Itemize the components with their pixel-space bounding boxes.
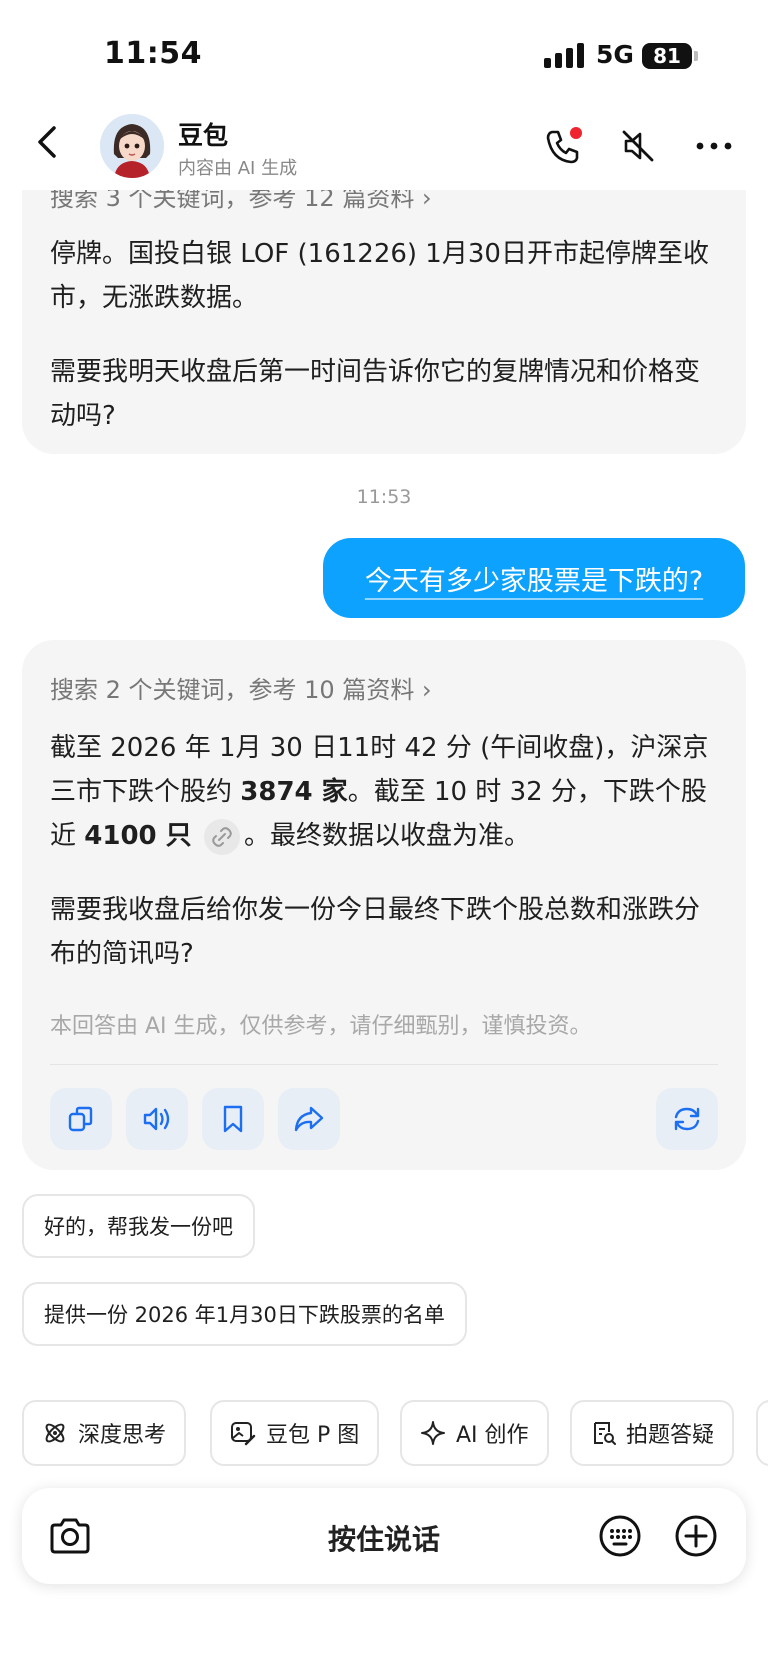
- prev-answer-paragraph-2: 需要我明天收盘后第一时间告诉你它的复牌情况和价格变动吗?: [50, 357, 701, 431]
- sparkle-icon: [421, 1421, 445, 1445]
- ai-disclaimer: 本回答由 AI 生成，仅供参考，请仔细甄别，谨慎投资。: [50, 1014, 592, 1039]
- read-aloud-button[interactable]: [126, 1088, 188, 1150]
- message-timestamp: 11:53: [356, 486, 412, 508]
- chip-ai-create[interactable]: AI 创作: [400, 1400, 549, 1466]
- copy-button[interactable]: [50, 1088, 112, 1150]
- chip-label: AI 创作: [456, 1423, 529, 1448]
- share-button[interactable]: [278, 1088, 340, 1150]
- bot-name: 豆包: [178, 121, 229, 150]
- chip-image-edit[interactable]: 豆包 P 图: [210, 1400, 380, 1466]
- suggestion-chip[interactable]: 提供一份 2026 年1月30日下跌股票的名单: [22, 1282, 467, 1346]
- image-edit-icon: [231, 1422, 256, 1446]
- answer-paragraph-1: 截至 2026 年 1月 30 日11时 42 分 (午间收盘)，沪深京三市下跌…: [50, 726, 720, 858]
- chip-deep-thinking[interactable]: 深度思考: [22, 1400, 187, 1466]
- link-icon[interactable]: [203, 818, 240, 855]
- prev-answer-paragraph-1: 停牌。国投白银 LOF (161226) 1月30日开市起停牌至收市，无涨跌数据…: [50, 239, 709, 313]
- user-message-bubble[interactable]: 今天有多少家股票是下跌的?: [323, 538, 745, 618]
- chip-more-partial[interactable]: [756, 1400, 768, 1466]
- signal-icon: [544, 42, 584, 68]
- answer-divider: [50, 1064, 718, 1065]
- input-bar: 按住说话: [22, 1488, 746, 1584]
- refresh-icon: [674, 1107, 700, 1131]
- chip-label: 拍题答疑: [626, 1423, 715, 1448]
- answer-text: 。最终数据以收盘为准。: [243, 821, 530, 851]
- answer-highlight: 3874 家: [240, 777, 348, 807]
- bookmark-button[interactable]: [202, 1088, 264, 1150]
- answer-paragraph-2: 需要我收盘后给你发一份今日最终下跌个股总数和涨跌分布的简讯吗?: [50, 895, 701, 969]
- search-summary[interactable]: 搜索 2 个关键词，参考 10 篇资料 ›: [50, 670, 432, 705]
- battery-tip: [694, 51, 698, 61]
- share-icon: [294, 1106, 324, 1132]
- phone-call-icon[interactable]: [540, 124, 584, 168]
- network-label: 5G: [596, 40, 634, 69]
- user-message-text: 今天有多少家股票是下跌的?: [364, 565, 704, 597]
- atom-icon: [45, 1423, 65, 1443]
- regenerate-button[interactable]: [656, 1088, 718, 1150]
- bot-subtitle: 内容由 AI 生成: [178, 158, 298, 179]
- battery-icon: 81: [642, 43, 692, 69]
- speaker-icon: [143, 1107, 170, 1131]
- scan-question-icon: [594, 1422, 616, 1445]
- chat-header: 豆包 内容由 AI 生成: [0, 100, 768, 190]
- mute-speaker-icon[interactable]: [616, 124, 660, 168]
- copy-icon: [68, 1106, 93, 1132]
- keyboard-icon[interactable]: [598, 1514, 642, 1558]
- answer-highlight: 4100 只: [84, 821, 192, 851]
- plus-icon[interactable]: [674, 1514, 718, 1558]
- more-icon[interactable]: [692, 124, 736, 168]
- chip-label: 豆包 P 图: [266, 1423, 360, 1448]
- avatar[interactable]: [100, 114, 164, 178]
- suggestion-chip[interactable]: 好的，帮我发一份吧: [22, 1194, 255, 1258]
- back-icon[interactable]: [28, 122, 68, 162]
- bookmark-icon: [223, 1105, 243, 1133]
- status-time: 11:54: [104, 36, 202, 71]
- chip-label: 深度思考: [78, 1423, 167, 1448]
- chip-photo-question[interactable]: 拍题答疑: [570, 1400, 735, 1466]
